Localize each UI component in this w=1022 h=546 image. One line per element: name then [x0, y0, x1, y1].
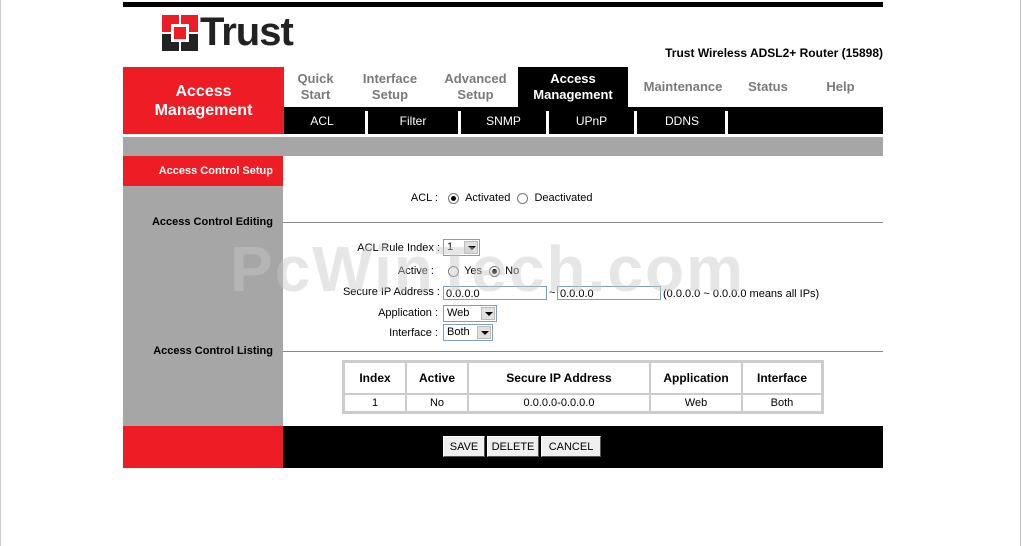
subtab-snmp[interactable]: SNMP	[461, 107, 546, 134]
tab-status[interactable]: Status	[738, 67, 798, 107]
subtab-filter[interactable]: Filter	[368, 107, 458, 134]
acl-deactivated-radio[interactable]	[517, 192, 529, 204]
tab-advanced-setup[interactable]: Advanced Setup	[433, 67, 518, 107]
tab-label: Status	[748, 79, 788, 94]
divider-bar	[123, 137, 883, 156]
tab-help[interactable]: Help	[798, 67, 883, 107]
table-cell: No	[406, 394, 468, 412]
page-right-border	[1020, 0, 1021, 546]
subtab-ddns[interactable]: DDNS	[637, 107, 727, 134]
section-divider	[283, 351, 883, 352]
subtab-acl[interactable]: ACL	[284, 107, 360, 134]
tab-label: Interface Setup	[362, 71, 418, 102]
section-title-text: Access Management	[154, 82, 253, 119]
page-left-border	[0, 0, 1, 546]
footer-left	[123, 426, 283, 468]
interface-select[interactable]: Both	[443, 324, 493, 341]
tab-label: Quick Start	[297, 71, 334, 102]
tab-interface-setup[interactable]: Interface Setup	[347, 67, 433, 107]
section-label-setup: Access Control Setup	[123, 156, 283, 186]
trust-logo-icon	[162, 15, 198, 51]
application-label: Application :	[378, 307, 438, 319]
tab-maintenance[interactable]: Maintenance	[628, 67, 738, 107]
save-button[interactable]: SAVE	[443, 436, 485, 457]
acl-label: ACL :	[410, 192, 438, 204]
section-label-listing: Access Control Listing	[153, 345, 273, 357]
column-header: Secure IP Address	[468, 362, 650, 394]
watermark: PcWinTech.com	[230, 233, 745, 305]
table-cell: 1	[344, 394, 406, 412]
column-header: Active	[406, 362, 468, 394]
application-select[interactable]: Web	[443, 305, 497, 322]
application-value: Web	[447, 307, 470, 319]
subnav-separator	[725, 111, 728, 134]
table-row[interactable]: 1 No 0.0.0.0-0.0.0.0 Web Both	[344, 394, 822, 412]
tab-label: Advanced Setup	[444, 71, 507, 102]
interface-value: Both	[447, 326, 470, 338]
acl-listing-table: Index Active Secure IP Address Applicati…	[342, 360, 824, 414]
acl-activated-label: Activated	[465, 192, 511, 204]
acl-activated-radio[interactable]	[448, 192, 459, 204]
router-model: Trust Wireless ADSL2+ Router (15898)	[665, 46, 883, 60]
sub-nav: ACL Filter SNMP UPnP DDNS	[284, 107, 883, 134]
table-cell: Both	[742, 394, 822, 412]
table-cell: Web	[650, 394, 742, 412]
brand-logo-text: Trust	[200, 10, 294, 54]
section-title: Access Management	[123, 67, 284, 134]
table-cell: 0.0.0.0-0.0.0.0	[468, 394, 650, 412]
interface-label: Interface :	[389, 327, 438, 339]
top-bar	[123, 2, 883, 7]
section-divider	[283, 222, 883, 223]
section-label-editing: Access Control Editing	[151, 216, 273, 228]
chevron-down-icon	[477, 326, 491, 339]
delete-button[interactable]: DELETE	[487, 436, 539, 457]
tab-label: Maintenance	[643, 79, 723, 94]
tab-label: Access Management	[533, 71, 613, 102]
subtab-upnp[interactable]: UPnP	[549, 107, 634, 134]
column-header: Index	[344, 362, 406, 394]
table-header-row: Index Active Secure IP Address Applicati…	[344, 362, 822, 394]
main-tabs: Quick Start Interface Setup Advanced Set…	[284, 67, 883, 107]
acl-deactivated-label: Deactivated	[534, 192, 593, 204]
column-header: Application	[650, 362, 742, 394]
tab-access-management[interactable]: Access Management	[518, 67, 628, 107]
acl-radio-group: Activated Deactivated	[448, 192, 593, 204]
tab-quick-start[interactable]: Quick Start	[284, 67, 347, 107]
tab-label: Help	[826, 79, 855, 94]
column-header: Interface	[742, 362, 822, 394]
cancel-button[interactable]: CANCEL	[541, 436, 601, 457]
chevron-down-icon	[481, 307, 495, 320]
